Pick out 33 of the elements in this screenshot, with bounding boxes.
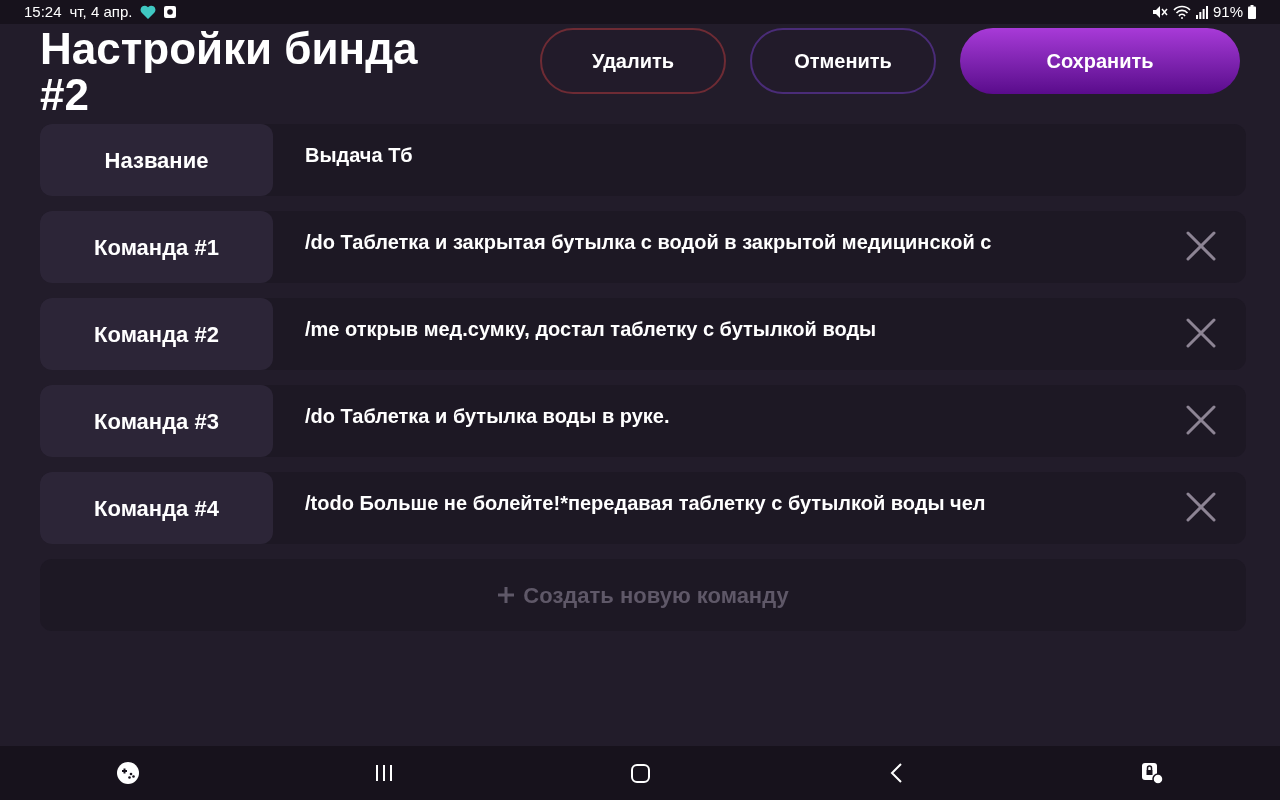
close-icon[interactable]	[1186, 405, 1216, 435]
cancel-button[interactable]: Отменить	[750, 28, 936, 94]
text-input[interactable]: /do Таблетка и бутылка воды в руке.	[305, 401, 1166, 431]
battery-icon	[1248, 5, 1256, 19]
gamepad-icon[interactable]	[117, 762, 139, 784]
heart-icon	[140, 5, 157, 19]
close-icon[interactable]	[1186, 231, 1216, 261]
lock-hand-icon[interactable]	[1141, 762, 1163, 784]
mute-icon	[1151, 5, 1168, 19]
field-label: Команда #4	[40, 472, 273, 544]
clock-time: 15:24	[24, 1, 62, 22]
page-title: Настройки бинда #2	[40, 26, 419, 118]
notification-icon	[164, 6, 177, 18]
close-icon[interactable]	[1186, 492, 1216, 522]
field-label: Команда #1	[40, 211, 273, 283]
home-icon[interactable]	[630, 763, 650, 783]
signal-icon	[1195, 5, 1208, 19]
date-text: чт, 4 апр.	[69, 1, 133, 22]
recent-apps-icon[interactable]	[375, 764, 393, 782]
text-input[interactable]: /me открыв мед.сумку, достал таблетку с бутылкой воды	[305, 314, 1166, 344]
plus-icon	[497, 586, 516, 604]
text-input[interactable]: /todo Больше не болейте!*передавая таблетку с бутылкой воды чел	[305, 488, 1166, 518]
battery-percent: 91%	[1212, 1, 1243, 22]
text-input[interactable]: /do Таблетка и закрытая бутылка с водой в закрытой медицинской с	[305, 227, 1166, 257]
wifi-icon	[1172, 5, 1191, 19]
field-label: Название	[40, 124, 273, 196]
close-icon[interactable]	[1186, 318, 1216, 348]
save-button[interactable]: Сохранить	[960, 28, 1240, 94]
text-input[interactable]: Выдача Тб	[305, 140, 1216, 170]
field-label: Команда #2	[40, 298, 273, 370]
delete-button[interactable]: Удалить	[540, 28, 726, 94]
back-icon[interactable]	[890, 763, 902, 783]
field-label: Команда #3	[40, 385, 273, 457]
